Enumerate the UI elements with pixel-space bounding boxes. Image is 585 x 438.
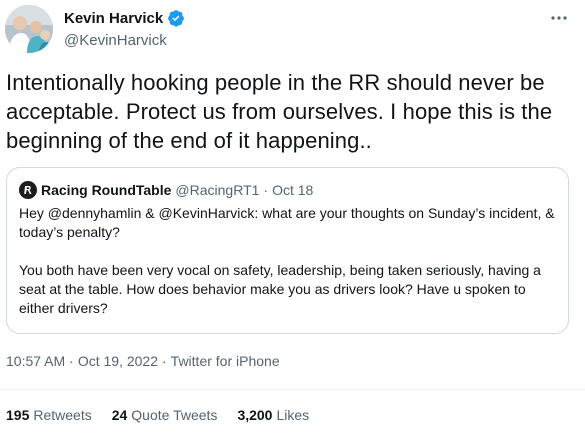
avatar-photo-icon <box>5 5 53 53</box>
quoted-tweet-header: Racing RoundTable @RacingRT1 · Oct 18 <box>19 180 556 200</box>
author-info: Kevin Harvick @KevinHarvick <box>64 8 185 51</box>
meta-separator: · <box>162 353 167 369</box>
tweet-text: Intentionally hooking people in the RR s… <box>6 70 559 153</box>
quote-tweets-count: 24 <box>111 407 128 423</box>
racing-roundtable-logo-icon <box>24 186 32 194</box>
engagement-stats: 195 Retweets 24 Quote Tweets 3,200 Likes <box>6 405 329 425</box>
quoted-author-handle: @RacingRT1 <box>175 182 260 198</box>
meta-separator: · <box>69 353 74 369</box>
verified-badge-icon <box>167 9 185 27</box>
likes-label: Likes <box>276 407 310 423</box>
quote-tweets-label: Quote Tweets <box>131 407 218 423</box>
tweet-metadata: 10:57 AM · Oct 19, 2022 · Twitter for iP… <box>6 351 280 371</box>
quoted-tweet[interactable]: Racing RoundTable @RacingRT1 · Oct 18 He… <box>6 167 569 334</box>
author-avatar[interactable] <box>5 5 53 53</box>
tweet: Kevin Harvick @KevinHarvick Intentionall… <box>0 0 585 438</box>
author-handle[interactable]: @KevinHarvick <box>64 31 185 51</box>
author-name-row: Kevin Harvick <box>64 8 185 28</box>
retweets-count: 195 <box>6 407 30 423</box>
quote-tweets-stat[interactable]: 24 Quote Tweets <box>112 407 218 423</box>
divider <box>0 389 585 390</box>
likes-stat[interactable]: 3,200 Likes <box>237 407 309 423</box>
author-display-name[interactable]: Kevin Harvick <box>64 10 163 27</box>
tweet-source[interactable]: Twitter for iPhone <box>171 353 280 369</box>
more-options-icon[interactable] <box>547 8 571 28</box>
quoted-separator: · <box>263 182 269 198</box>
quoted-author-avatar <box>19 181 37 199</box>
retweets-stat[interactable]: 195 Retweets <box>6 407 92 423</box>
quoted-date: Oct 18 <box>272 182 314 198</box>
quoted-author-name: Racing RoundTable <box>41 182 172 198</box>
retweets-label: Retweets <box>33 407 92 423</box>
tweet-date[interactable]: Oct 19, 2022 <box>78 353 158 369</box>
tweet-time[interactable]: 10:57 AM <box>6 353 65 369</box>
likes-count: 3,200 <box>237 407 273 423</box>
quoted-tweet-text: Hey @dennyhamlin & @KevinHarvick: what a… <box>19 205 555 316</box>
